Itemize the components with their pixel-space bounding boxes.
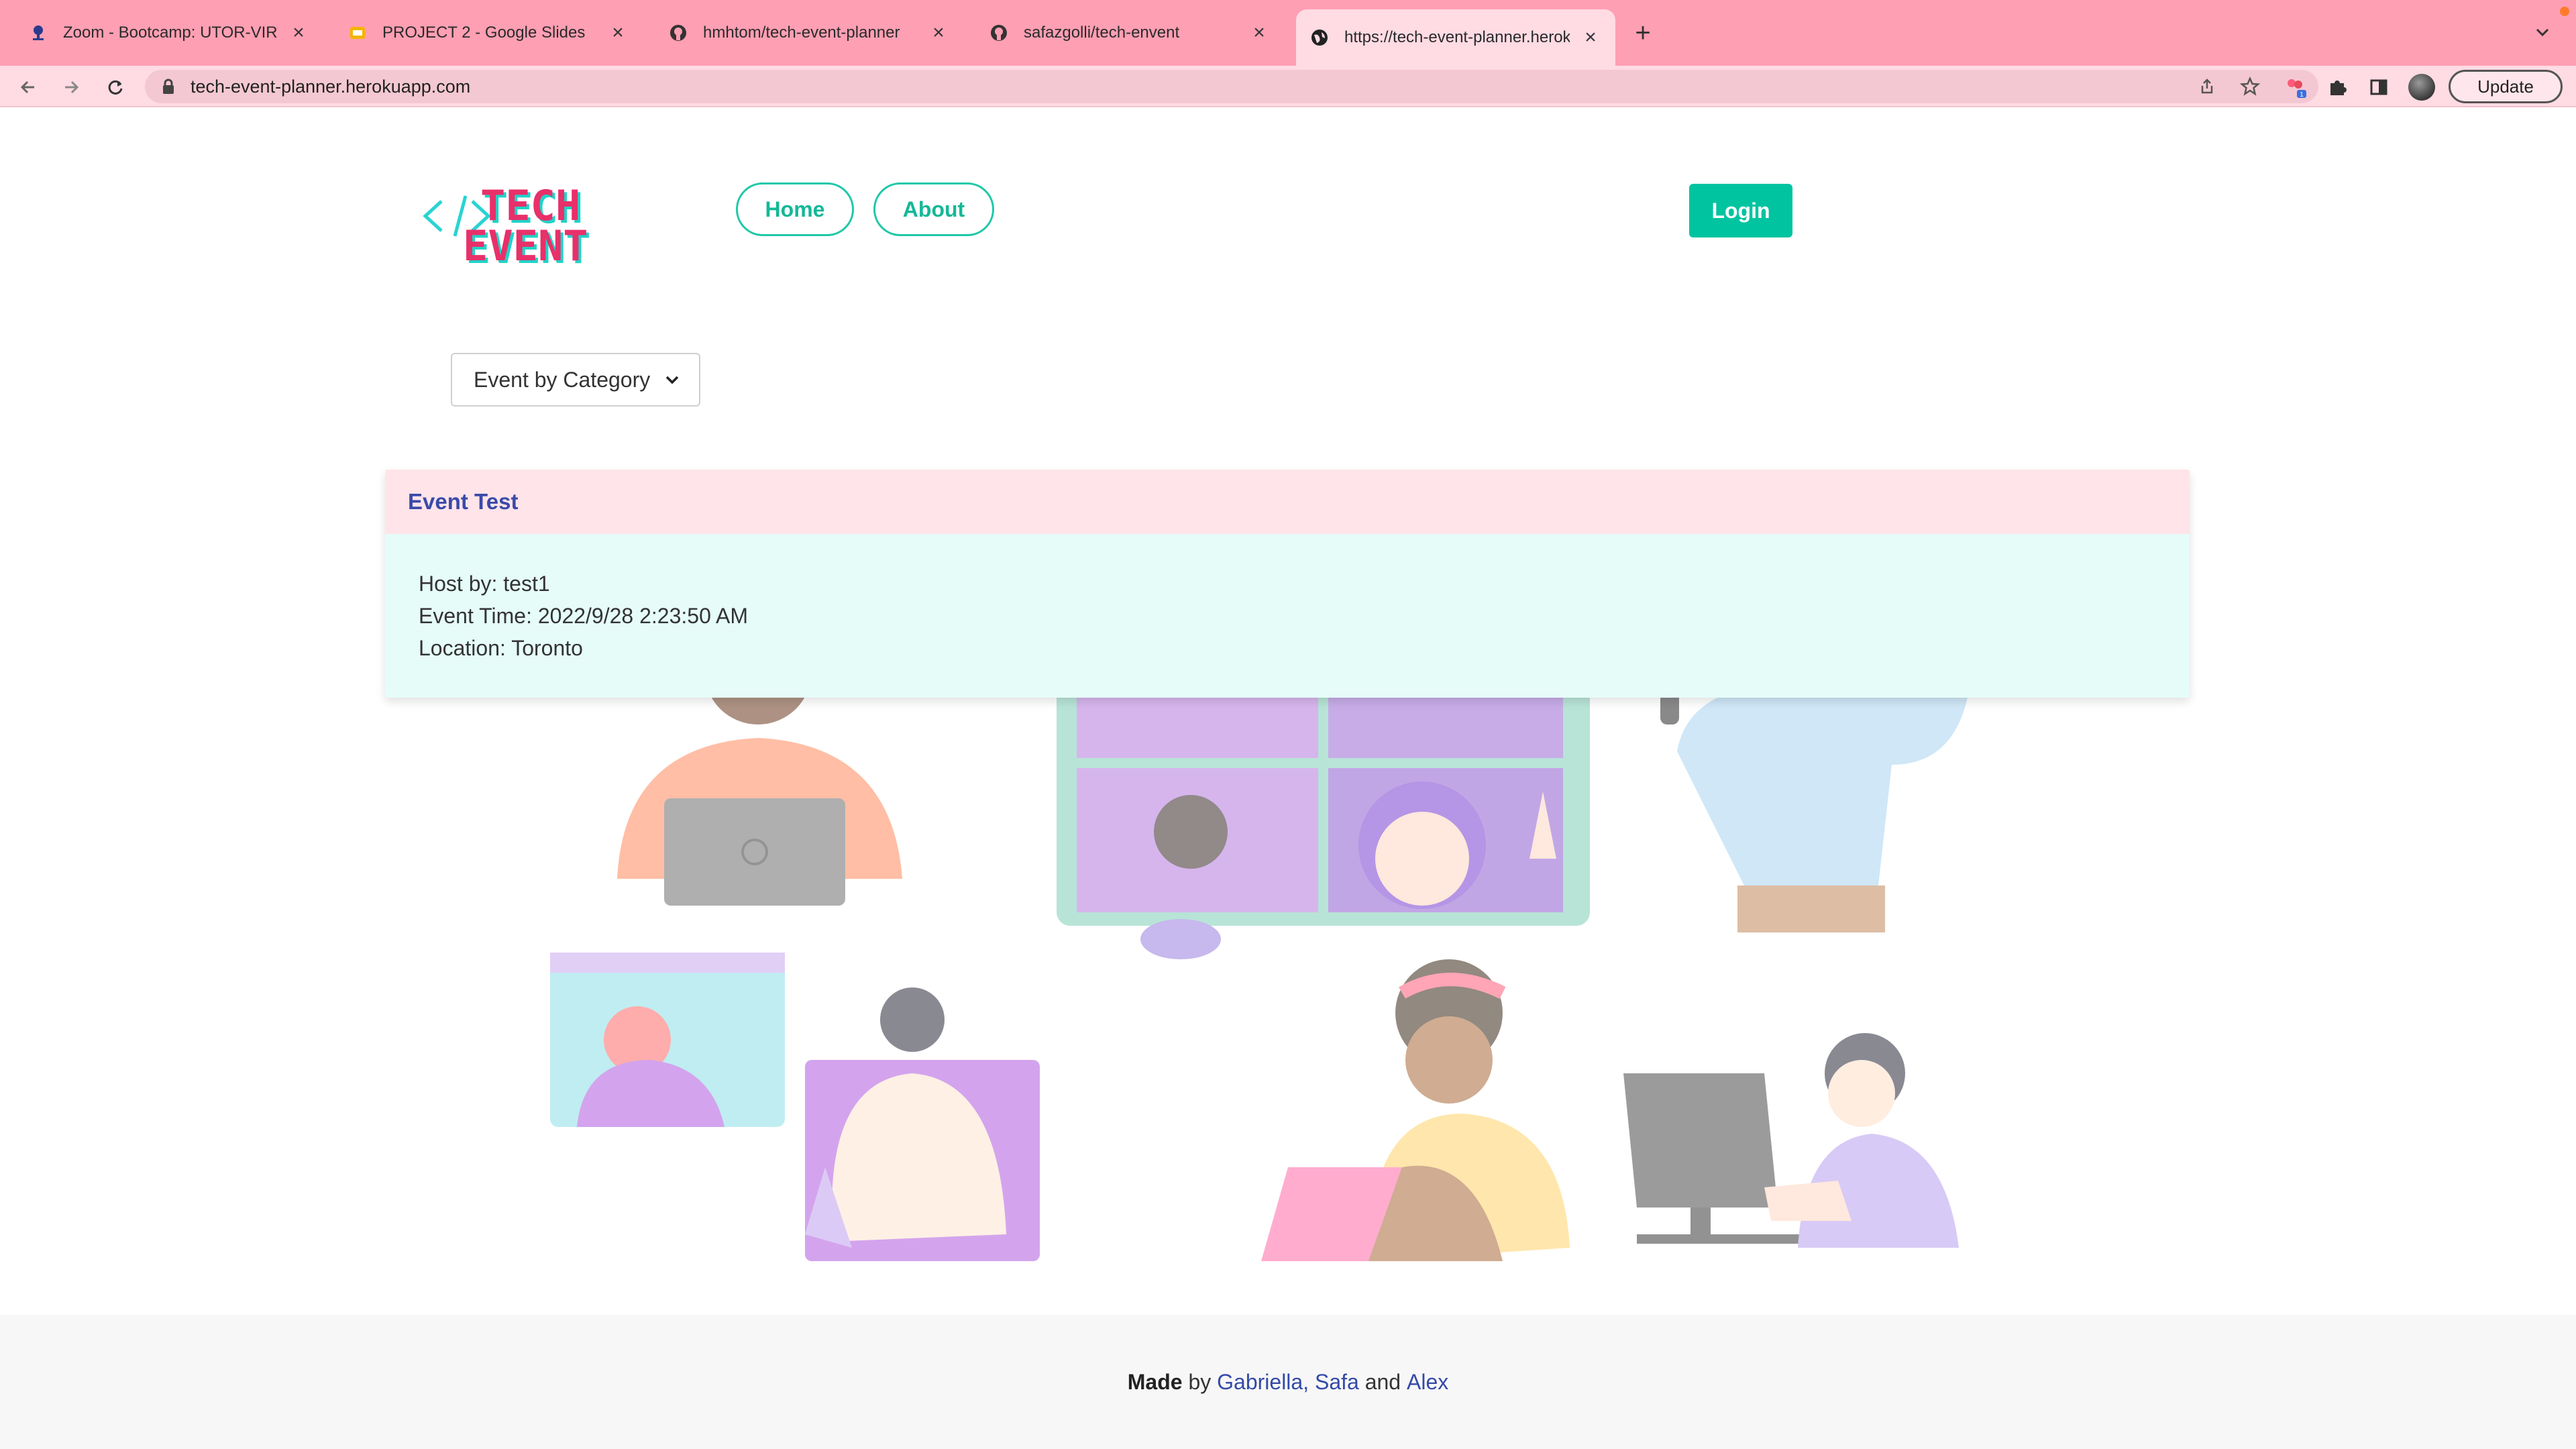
event-details: Host by: test1 Event Time: 2022/9/28 2:2… — [385, 534, 2190, 664]
page-footer: Made by Gabriella, Safa and Alex — [0, 1315, 2576, 1449]
new-tab-button[interactable]: + — [1627, 17, 1658, 48]
event-card[interactable]: Event Test Host by: test1 Event Time: 20… — [385, 470, 2190, 698]
tab-title: Zoom - Bootcamp: UTOR-VIRT — [63, 23, 278, 42]
person-with-tablet-figure — [1261, 959, 1570, 1261]
browser-tab-bar: Zoom - Bootcamp: UTOR-VIRT × PROJECT 2 -… — [0, 0, 2576, 66]
update-button[interactable]: Update — [2449, 70, 2563, 103]
tab-title: https://tech-event-planner.herokuapp.com — [1344, 28, 1570, 46]
nav-about-button[interactable]: About — [873, 182, 994, 236]
tab-github-safazgolli[interactable]: safazgolli/tech-envent × — [975, 9, 1284, 56]
profile-avatar[interactable] — [2408, 74, 2435, 101]
logo-word-event: EVENT — [463, 221, 588, 270]
chevron-down-icon[interactable] — [2529, 19, 2556, 46]
github-icon — [989, 23, 1009, 43]
tab-title: PROJECT 2 - Google Slides — [382, 23, 586, 42]
person-light-blue-shirt-figure — [1660, 657, 1972, 932]
close-icon[interactable]: × — [1579, 26, 1602, 49]
tab-title: hmhtom/tech-event-planner — [703, 23, 900, 42]
reload-icon[interactable] — [102, 74, 129, 101]
footer-made-text: Made — [1127, 1369, 1183, 1394]
zoom-icon — [28, 23, 48, 43]
event-category-dropdown[interactable]: Event by Category — [451, 353, 700, 407]
bookmark-star-icon[interactable] — [2238, 74, 2262, 99]
forward-arrow-icon[interactable] — [58, 74, 85, 101]
extension-icon[interactable]: 1 — [2282, 74, 2309, 101]
url-text: tech-event-planner.herokuapp.com — [191, 76, 471, 97]
tab-title: safazgolli/tech-envent — [1024, 23, 1180, 42]
nav-home-button[interactable]: Home — [736, 182, 854, 236]
share-icon[interactable] — [2195, 74, 2219, 99]
event-location: Location: Toronto — [419, 636, 583, 660]
close-icon[interactable]: × — [1248, 21, 1271, 44]
event-host: Host by: test1 — [419, 572, 550, 596]
tab-google-slides[interactable]: PROJECT 2 - Google Slides × — [334, 9, 643, 56]
footer-and-text: and — [1364, 1369, 1401, 1394]
extension-badge: 1 — [2300, 91, 2304, 99]
close-icon[interactable]: × — [606, 21, 629, 44]
lock-icon[interactable] — [160, 78, 177, 95]
back-arrow-icon[interactable] — [15, 74, 42, 101]
footer-author-link-gabriella-safa[interactable]: Gabriella, Safa — [1217, 1370, 1359, 1395]
event-time: Event Time: 2022/9/28 2:23:50 AM — [419, 604, 748, 628]
page-content: TECH TECH EVENT EVENT Home About Login E… — [0, 107, 2576, 1449]
slides-icon — [347, 23, 368, 43]
event-title[interactable]: Event Test — [385, 470, 2190, 534]
high-five-figure — [550, 953, 1040, 1261]
footer-author-link-alex[interactable]: Alex — [1407, 1370, 1448, 1395]
video-call-tablet-figure — [1057, 657, 1590, 959]
tab-tech-event-planner[interactable]: https://tech-event-planner.herokuapp.com… — [1296, 9, 1615, 66]
address-bar[interactable]: tech-event-planner.herokuapp.com — [145, 70, 2318, 103]
tab-zoom[interactable]: Zoom - Bootcamp: UTOR-VIRT × — [15, 9, 323, 56]
close-icon[interactable]: × — [927, 21, 950, 44]
github-icon — [668, 23, 688, 43]
dropdown-label: Event by Category — [474, 367, 651, 392]
tech-event-logo[interactable]: TECH TECH EVENT EVENT — [421, 169, 629, 273]
side-panel-icon[interactable] — [2365, 74, 2392, 101]
people-collaboration-illustration — [550, 657, 1972, 1261]
chevron-down-icon — [662, 370, 682, 390]
globe-icon — [1309, 28, 1330, 48]
login-button[interactable]: Login — [1689, 184, 1792, 237]
footer-by-text: by — [1188, 1369, 1212, 1394]
person-at-computer-figure — [1623, 1033, 1959, 1248]
close-icon[interactable]: × — [287, 21, 310, 44]
recording-indicator — [2560, 7, 2569, 16]
puzzle-extensions-icon[interactable] — [2324, 74, 2351, 101]
tab-github-hmhtom[interactable]: hmhtom/tech-event-planner × — [655, 9, 963, 56]
browser-toolbar: tech-event-planner.herokuapp.com 1 Updat… — [0, 66, 2576, 107]
